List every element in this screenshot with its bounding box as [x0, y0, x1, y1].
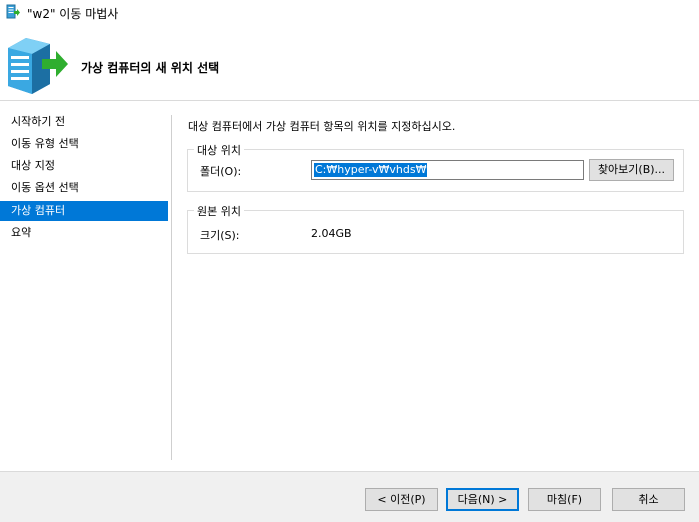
title-bar: "w2" 이동 마법사 — [0, 0, 699, 24]
instruction-text: 대상 컴퓨터에서 가상 컴퓨터 항목의 위치를 지정하십시오. — [188, 120, 456, 133]
source-group: 원본 위치 크기(S): 2.04GB — [187, 203, 684, 254]
size-label: 크기(S): — [200, 229, 240, 242]
destination-group: 대상 위치 폴더(O): C:₩hyper-v₩vhds₩ 찾아보기(B)... — [187, 142, 684, 192]
nav-item-specify-destination[interactable]: 대상 지정 — [0, 156, 168, 176]
previous-button[interactable]: < 이전(P) — [365, 488, 438, 511]
nav-item-choose-move-type[interactable]: 이동 유형 선택 — [0, 134, 168, 154]
folder-input[interactable]: C:₩hyper-v₩vhds₩ — [311, 160, 584, 180]
wizard-steps-nav: 시작하기 전 이동 유형 선택 대상 지정 이동 옵션 선택 가상 컴퓨터 요약 — [0, 101, 172, 471]
next-button[interactable]: 다음(N) > — [446, 488, 519, 511]
window-title: "w2" 이동 마법사 — [27, 7, 119, 21]
finish-button[interactable]: 마침(F) — [528, 488, 601, 511]
migrate-app-icon — [6, 4, 20, 20]
source-legend: 원본 위치 — [194, 203, 244, 219]
cancel-button[interactable]: 취소 — [612, 488, 685, 511]
server-move-icon — [4, 34, 68, 96]
nav-item-summary[interactable]: 요약 — [0, 223, 168, 243]
nav-item-virtual-machine[interactable]: 가상 컴퓨터 — [0, 201, 168, 221]
browse-button[interactable]: 찾아보기(B)... — [589, 159, 674, 181]
main-panel: 대상 컴퓨터에서 가상 컴퓨터 항목의 위치를 지정하십시오. 대상 위치 폴더… — [172, 101, 699, 471]
folder-label: 폴더(O): — [200, 165, 242, 178]
wizard-header: 가상 컴퓨터의 새 위치 선택 — [0, 24, 699, 101]
wizard-footer: < 이전(P) 다음(N) > 마침(F) 취소 — [0, 471, 699, 522]
size-value: 2.04GB — [311, 227, 352, 240]
nav-item-before-you-begin[interactable]: 시작하기 전 — [0, 112, 168, 132]
nav-item-choose-move-options[interactable]: 이동 옵션 선택 — [0, 178, 168, 198]
destination-legend: 대상 위치 — [194, 142, 244, 158]
page-title: 가상 컴퓨터의 새 위치 선택 — [81, 61, 220, 75]
folder-input-value: C:₩hyper-v₩vhds₩ — [314, 163, 428, 177]
